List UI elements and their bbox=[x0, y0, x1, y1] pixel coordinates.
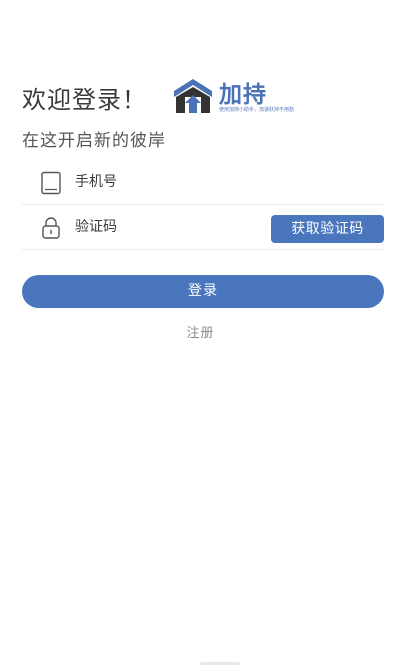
verification-code-input[interactable] bbox=[75, 215, 265, 239]
login-button[interactable]: 登录 bbox=[22, 275, 384, 308]
subtitle: 在这开启新的彼岸 bbox=[22, 131, 166, 151]
register-link[interactable]: 注册 bbox=[0, 322, 401, 341]
logo-name: 加持 bbox=[219, 81, 267, 108]
lock-icon bbox=[42, 217, 60, 239]
tablet-icon bbox=[41, 171, 61, 195]
phone-field bbox=[22, 160, 384, 205]
phone-input[interactable] bbox=[75, 170, 265, 194]
verification-code-field: 获取验证码 bbox=[22, 205, 384, 250]
welcome-heading: 欢迎登录！ bbox=[22, 86, 147, 114]
logo-mark-icon bbox=[174, 79, 212, 113]
get-code-button[interactable]: 获取验证码 bbox=[271, 215, 384, 243]
home-indicator bbox=[200, 662, 240, 665]
logo-slogan: 使用加持小助手，加速跃持不用愁 bbox=[219, 107, 295, 113]
app-logo: 加持 使用加持小助手，加速跃持不用愁 bbox=[172, 77, 307, 115]
